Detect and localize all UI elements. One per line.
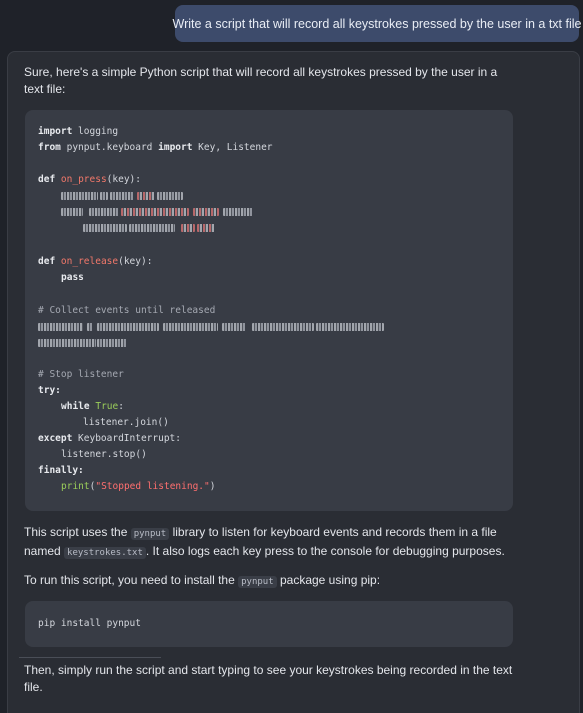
python-code-block[interactable]: import logging from pynput.keyboard impo…	[25, 110, 513, 511]
code-line-1: import logging	[38, 125, 118, 139]
code-line-def-on-release: def on_release(key):	[38, 255, 152, 269]
code-line-finally: finally:	[38, 464, 84, 478]
redacted-code	[87, 322, 93, 331]
code-text: Key, Listener	[192, 142, 273, 153]
code-builtin: True	[95, 401, 119, 412]
text-run: To run this script, you need to install …	[24, 573, 239, 587]
pip-command-text: pip install pynput	[38, 618, 141, 629]
redacted-code	[97, 322, 159, 331]
code-text: KeyboardInterrupt:	[72, 433, 181, 444]
redacted-code	[121, 207, 189, 216]
pip-command-block[interactable]: pip install pynput	[25, 601, 513, 647]
redacted-code	[316, 322, 384, 331]
inline-code: keystrokes.txt	[64, 547, 146, 559]
code-keyword: finally:	[38, 465, 84, 476]
code-keyword: pass	[61, 272, 84, 283]
code-line-pass: pass	[61, 271, 84, 285]
redacted-code	[61, 207, 83, 216]
code-function-name: on_press	[60, 174, 107, 185]
code-text: :	[118, 401, 124, 412]
inline-code: pynput	[238, 576, 277, 588]
code-line-try: try:	[38, 384, 61, 398]
code-keyword: import	[158, 142, 193, 153]
redacted-code	[38, 338, 96, 347]
user-message-bubble: Write a script that will record all keys…	[172, 5, 582, 42]
code-keyword: def	[38, 256, 56, 267]
redacted-code	[129, 223, 175, 232]
code-line-comment-collect: # Collect events until released	[38, 305, 216, 316]
redacted-code	[38, 322, 83, 331]
text-run: This script uses the	[24, 525, 131, 539]
code-text: pynput.keyboard	[60, 142, 159, 153]
code-line-except: except KeyboardInterrupt:	[38, 432, 181, 446]
assistant-explanation-text: This script uses the pynput library to l…	[24, 524, 514, 562]
code-line-print: print("Stopped listening.")	[61, 480, 215, 494]
redacted-code	[222, 322, 246, 331]
code-keyword: try:	[38, 385, 61, 396]
code-line-2: from pynput.keyboard import Key, Listene…	[38, 141, 273, 155]
code-keyword: import	[38, 126, 73, 137]
assistant-intro-text: Sure, here's a simple Python script that…	[24, 65, 498, 96]
redacted-code	[61, 191, 98, 200]
redacted-code	[163, 322, 218, 331]
user-message-text: Write a script that will record all keys…	[172, 16, 582, 31]
code-line-redacted-3	[83, 221, 215, 235]
code-builtin: print	[61, 481, 90, 492]
redacted-code	[157, 191, 183, 200]
code-function-name: on_release	[60, 256, 119, 267]
code-line-redacted-1	[61, 189, 183, 203]
code-line-redacted-4	[38, 320, 384, 334]
redacted-code	[252, 322, 314, 331]
code-keyword: def	[38, 174, 56, 185]
code-line-redacted-2	[61, 205, 253, 219]
redacted-code	[197, 223, 215, 232]
code-line-redacted-5	[38, 336, 127, 350]
code-line-stop: listener.stop()	[61, 449, 147, 460]
text-run: package using pip:	[276, 573, 381, 587]
assistant-response-panel: Sure, here's a simple Python script that…	[7, 51, 580, 713]
code-text: (key):	[106, 174, 141, 185]
redacted-code	[223, 207, 253, 216]
code-line-join: listener.join()	[83, 417, 169, 428]
chat-page: Write a script that will record all keys…	[0, 0, 583, 713]
redacted-code	[137, 191, 155, 200]
redacted-code	[89, 207, 119, 216]
redacted-code	[83, 223, 127, 232]
code-line-comment-stop: # Stop listener	[38, 369, 124, 380]
code-keyword: from	[38, 142, 61, 153]
code-text: )	[209, 481, 216, 492]
code-line-while: while True:	[61, 400, 124, 414]
text-run: . It also logs each key press to the con…	[145, 544, 505, 558]
code-keyword: except	[38, 433, 73, 444]
code-keyword: while	[61, 401, 90, 412]
redacted-code	[100, 191, 108, 200]
code-line-def-on-press: def on_press(key):	[38, 173, 141, 187]
code-string: "Stopped listening."	[95, 481, 210, 492]
redacted-code	[181, 223, 195, 232]
code-text: logging	[72, 126, 119, 137]
code-text: (key):	[118, 256, 153, 267]
divider	[19, 657, 161, 658]
redacted-code	[97, 338, 127, 347]
inline-code: pynput	[130, 528, 170, 540]
assistant-closing-text: Then, simply run the script and start ty…	[24, 663, 513, 694]
redacted-code	[110, 191, 134, 200]
assistant-install-text: To run this script, you need to install …	[24, 572, 514, 591]
redacted-code	[193, 207, 219, 216]
